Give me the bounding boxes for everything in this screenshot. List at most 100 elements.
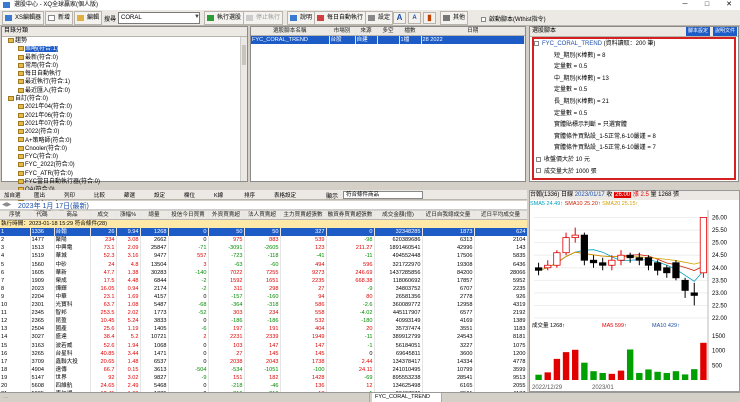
candle-body[interactable] bbox=[617, 254, 625, 261]
volume-bar[interactable] bbox=[681, 374, 689, 380]
color-button[interactable]: ▮ bbox=[423, 12, 436, 24]
search-dropdown-icon[interactable]: ▼ bbox=[194, 14, 200, 20]
candle-body[interactable] bbox=[562, 237, 570, 254]
grid-tool-button[interactable]: 設定 bbox=[154, 191, 165, 199]
table-row[interactable]: 14 3027 盛達 38.4 5.2 10721 2 2231 2339 1949 -11 3899… bbox=[0, 333, 527, 342]
volume-bar[interactable] bbox=[672, 371, 680, 380]
grid-column-header[interactable]: 序號 bbox=[0, 211, 31, 221]
tree-item[interactable]: 最近匯入(符合:0) bbox=[2, 87, 247, 95]
candle-body[interactable] bbox=[608, 259, 616, 266]
tree-item[interactable]: FYC_ATR(符合:0) bbox=[2, 170, 247, 178]
grid-column-header[interactable]: 法人買賣超 bbox=[244, 211, 281, 221]
volume-bar[interactable] bbox=[590, 371, 597, 380]
param-item[interactable]: 實體條件買點設_1-5正常,6-10嚴謹 = 7 bbox=[534, 143, 734, 155]
script-row[interactable]: FYC_CORAL_TREND 台股 自建 1檔 28 2022 bbox=[251, 35, 525, 45]
param-script-row[interactable]: FYC_CORAL_TREND (資料讀取：200 筆) bbox=[534, 39, 734, 51]
edit-button[interactable]: 編輯 bbox=[74, 11, 103, 25]
list-column-header[interactable]: 多空 bbox=[377, 27, 400, 37]
script-settings-button[interactable]: 腳本設定 bbox=[685, 27, 710, 36]
xs-editor-button[interactable]: XS編輯器 bbox=[2, 11, 45, 25]
candle-body[interactable] bbox=[690, 292, 698, 296]
candle-body[interactable] bbox=[599, 262, 607, 266]
param-item[interactable]: 長_期別(K棒數) = 21 bbox=[534, 97, 734, 109]
tree-item[interactable]: 最近執行(符合:1) bbox=[2, 78, 247, 86]
grid-tool-button[interactable]: 表格設定 bbox=[274, 191, 296, 199]
param-item[interactable]: 成交量大於 1000 張 bbox=[534, 167, 734, 179]
volume-bar[interactable] bbox=[700, 342, 707, 380]
volume-bar[interactable] bbox=[608, 373, 616, 380]
table-row[interactable]: 5 1560 中砂 24 4.8 13504 3 -63 -60 494 596 321722970 1… bbox=[0, 260, 527, 269]
market-select[interactable]: 符合條件商品 bbox=[343, 191, 423, 199]
tree-item[interactable]: Cnooler(符合:0) bbox=[2, 145, 247, 153]
param-item[interactable]: 定量數 = 0.5 bbox=[534, 109, 734, 121]
list-column-header[interactable]: 選股腳本名稱 bbox=[251, 27, 330, 37]
candle-body[interactable] bbox=[672, 262, 680, 279]
list-column-header[interactable]: 來源 bbox=[355, 27, 378, 37]
tree-scrollbar[interactable] bbox=[240, 37, 247, 181]
volume-bar[interactable] bbox=[553, 358, 561, 380]
search-input[interactable]: CORAL bbox=[118, 12, 200, 24]
tree-item[interactable]: FYC當日自動執行器(符合:0) bbox=[2, 178, 247, 186]
grid-tool-button[interactable]: 匯出 bbox=[34, 191, 45, 199]
close-button[interactable]: ✕ bbox=[718, 0, 740, 10]
table-row[interactable]: 13 2504 國產 25.6 1.19 1405 -6 197 191 404 20 3573747… bbox=[0, 325, 527, 334]
table-row[interactable]: 8 2023 燁輝 16.05 0.94 2174 -2 311 298 27 -9 34803752… bbox=[0, 284, 527, 293]
volume-bar[interactable] bbox=[544, 372, 551, 380]
font-larger-button[interactable]: A bbox=[393, 12, 406, 24]
volume-bar[interactable] bbox=[663, 372, 670, 380]
table-row[interactable]: 17 3709 鑫聯大投 20.65 1.48 6537 0 2038 2043 1738 2.44… bbox=[0, 357, 527, 366]
volume-bar[interactable] bbox=[617, 370, 625, 380]
grid-column-header[interactable]: 外資買賣超 bbox=[208, 211, 245, 221]
grid-column-header[interactable]: 融資券買賣超張數 bbox=[326, 211, 375, 221]
candle-body[interactable] bbox=[589, 259, 598, 264]
tree-item[interactable]: 最新(符合:0) bbox=[2, 54, 247, 62]
tree-item[interactable]: FYC_2022(符合:0) bbox=[2, 161, 247, 169]
param-item[interactable]: 收盤價大於 10 元 bbox=[534, 155, 734, 167]
list-column-header[interactable]: 市場別 bbox=[329, 27, 356, 37]
checkbox-icon[interactable] bbox=[536, 168, 541, 174]
checkbox-icon[interactable] bbox=[536, 156, 541, 162]
grid-column-header[interactable]: 成交金額(億) bbox=[374, 211, 423, 221]
grid-column-header[interactable]: 近日自我總成交量 bbox=[422, 211, 475, 221]
candle-body[interactable] bbox=[681, 279, 689, 291]
grid-tool-button[interactable]: 比較 bbox=[94, 191, 105, 199]
date-label[interactable]: 2023年 1月 17日(最新) bbox=[18, 201, 89, 211]
param-item[interactable]: 定量數 = 0.5 bbox=[534, 85, 734, 97]
param-item[interactable]: 中_期別(K棒數) = 13 bbox=[534, 74, 734, 86]
volume-bar[interactable] bbox=[535, 374, 542, 380]
new-button[interactable]: 新增 bbox=[45, 11, 74, 25]
tree-scroll-thumb[interactable] bbox=[242, 45, 246, 65]
settings-button[interactable]: 設定 bbox=[365, 11, 394, 25]
volume-bar[interactable] bbox=[562, 352, 570, 380]
volume-bar[interactable] bbox=[645, 369, 652, 380]
tree-item[interactable]: 趨勢 bbox=[2, 37, 247, 45]
param-item[interactable]: 實體條件買點設_1-5正常,6-10嚴謹 = 8 bbox=[534, 132, 734, 144]
table-row[interactable]: 16 3265 台星科 40.85 3.44 1471 0 27 145 145 0 69645811… bbox=[0, 349, 527, 358]
param-item[interactable]: 定量數 = 0.5 bbox=[534, 62, 734, 74]
table-row[interactable]: 10 2301 光寶科 63.7 1.08 5487 -68 -364 -318 586 -2.6 3… bbox=[0, 301, 527, 310]
other-button[interactable]: 其他 bbox=[440, 11, 469, 25]
date-prev-icon[interactable]: ◀▶ bbox=[2, 201, 11, 208]
grid-column-header[interactable]: 代碼 bbox=[30, 211, 55, 221]
volume-bar[interactable] bbox=[691, 369, 698, 380]
tree-item[interactable]: A+策略師(符合:0) bbox=[2, 137, 247, 145]
list-column-header[interactable]: 日期 bbox=[421, 27, 525, 37]
minimize-button[interactable]: ─ bbox=[674, 0, 696, 10]
candlestick-chart[interactable]: 26.00 25.50 25.00 24.50 24.00 23.50 23.00 22.50… bbox=[530, 208, 739, 391]
table-row[interactable]: 6 1605 華新 47.7 1.38 30283 -140 7022 7255 9273 246.… bbox=[0, 268, 527, 277]
grid-column-header[interactable]: 漲幅% bbox=[116, 211, 141, 221]
table-row[interactable]: 7 1909 榮成 17.5 4.48 6844 -2 1592 1651 2235 668.38 1… bbox=[0, 276, 527, 285]
tree-item[interactable]: 2021年06(符合:0) bbox=[2, 112, 247, 120]
candle-body[interactable] bbox=[626, 254, 634, 259]
volume-bar[interactable] bbox=[599, 372, 606, 380]
grid-tool-button[interactable]: 篩選 bbox=[124, 191, 135, 199]
run-button[interactable]: 執行選股 bbox=[204, 11, 245, 25]
doc-button[interactable]: 說明文件 bbox=[712, 27, 737, 36]
tree-item[interactable]: 每日自動執行 bbox=[2, 70, 247, 78]
candle-body[interactable] bbox=[699, 217, 708, 274]
grid-tool-button[interactable]: 排序 bbox=[244, 191, 255, 199]
table-row[interactable]: 2 1477 聚陽 234 3.08 2662 0 975 883 539 -98 620389686… bbox=[0, 236, 527, 245]
tree-item[interactable]: 2022(符合:0) bbox=[2, 128, 247, 136]
tree-item[interactable]: 常用(符合:0) bbox=[2, 62, 247, 70]
font-smaller-button[interactable]: A bbox=[408, 12, 421, 24]
